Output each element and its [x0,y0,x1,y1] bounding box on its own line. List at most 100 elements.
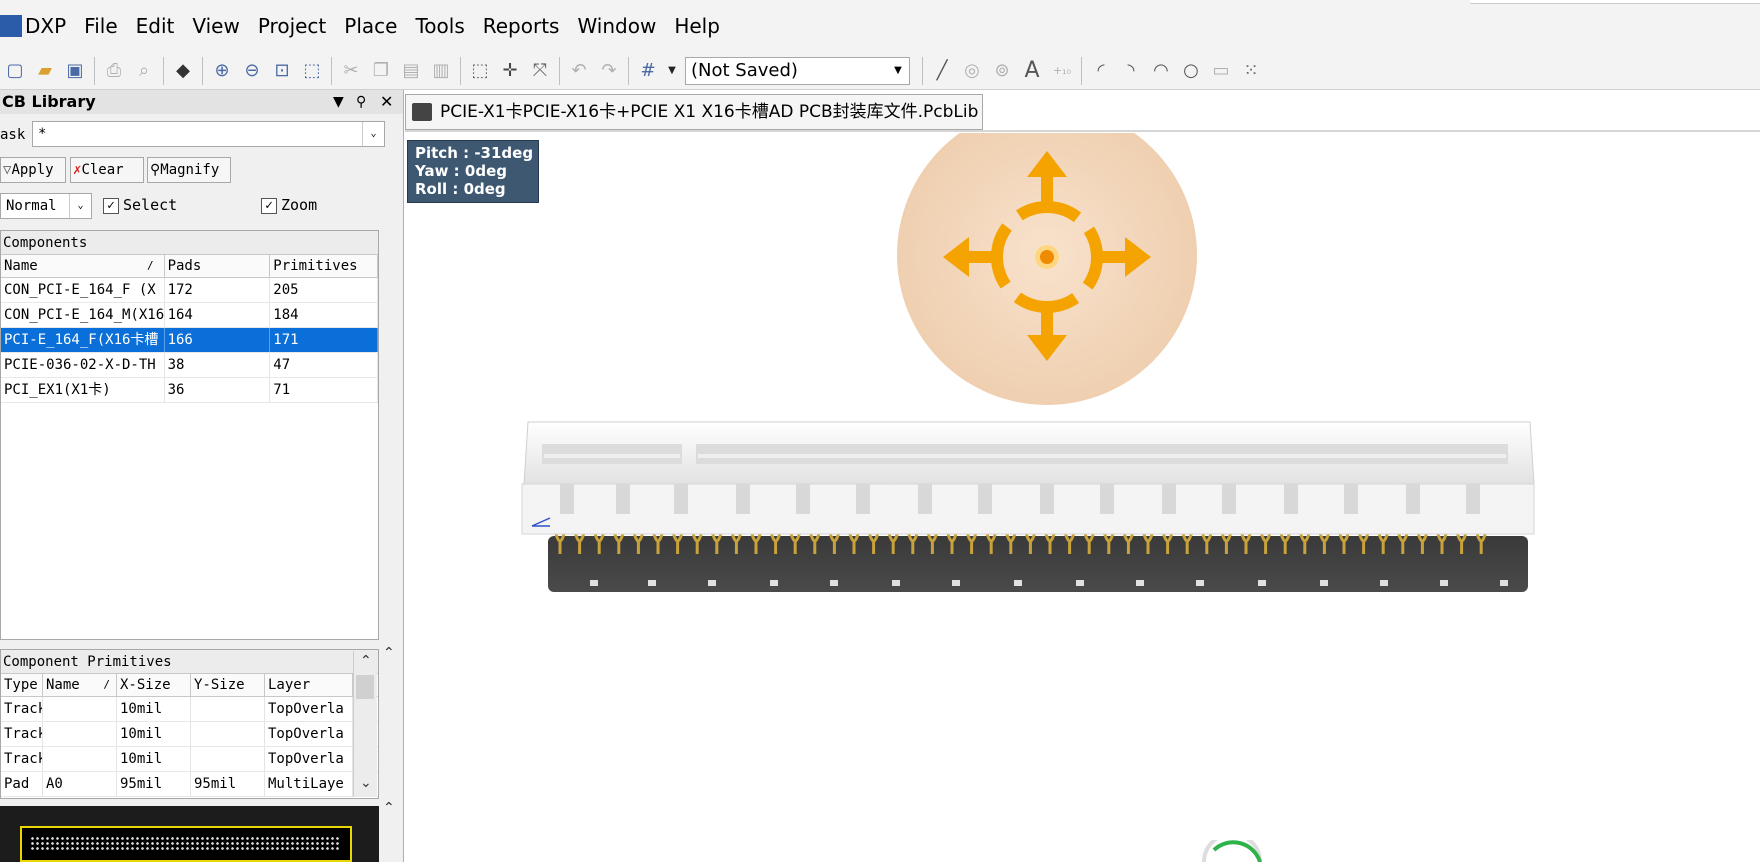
array-paste-icon[interactable]: ⁙ [1236,56,1266,86]
mode-select[interactable]: Normal ⌄ [0,193,92,219]
table-row[interactable]: PCIE-036-02-X-D-TH 38 47 [1,353,378,378]
menu-file[interactable]: File [75,0,126,52]
chevron-down-icon[interactable]: ⌄ [362,122,384,146]
zoom-area-icon[interactable]: ⬚ [297,56,327,86]
deselect-icon[interactable]: ⤧ [525,56,555,86]
table-row[interactable]: Track 10mil TopOverla [1,722,378,747]
select-checkbox[interactable]: ✓ Select [103,196,177,214]
select-area-icon[interactable]: ⬚ [465,56,495,86]
document-tab[interactable]: PCIE-X1卡PCIE-X16卡+PCIE X1 X16卡槽AD PCB封装库… [405,94,984,130]
copy-icon[interactable]: ❐ [366,56,396,86]
grid-icon[interactable]: # [633,56,663,86]
toolbar-separator [922,56,923,85]
column-name[interactable]: Name / [1,255,165,277]
sort-icon: / [146,259,154,272]
layer-stack-icon[interactable]: ◆ [168,56,198,86]
line-icon[interactable]: ╱ [927,56,957,86]
3d-pan-navigator-icon[interactable] [895,133,1199,409]
dxp-icon[interactable] [0,15,22,37]
toolbar-separator [163,56,164,85]
pad-icon[interactable]: ◎ [957,56,987,86]
menu-project[interactable]: Project [249,0,335,52]
mask-input[interactable]: * ⌄ [32,121,385,147]
column-type[interactable]: Type [1,674,43,696]
arc-center-icon[interactable]: ◜ [1086,56,1116,86]
full-circle-icon[interactable]: ○ [1176,56,1206,86]
collapse-up-icon[interactable]: ⌃ [383,800,395,816]
menu-reports[interactable]: Reports [474,0,569,52]
zoom-in-icon[interactable]: ⊕ [207,56,237,86]
column-layer[interactable]: Layer [265,674,353,696]
menu-dxp[interactable]: DXP [22,0,75,52]
menu-tools[interactable]: Tools [406,0,473,52]
select-check-icon[interactable]: ✓ [103,197,119,214]
column-prim-name[interactable]: Name / [43,674,117,696]
coordinate-icon[interactable]: +₁₀ [1047,56,1077,86]
collapse-up-icon[interactable]: ⌃ [383,645,395,661]
chevron-down-icon[interactable]: ▼ [663,56,681,86]
cell-ysize: 95mil [191,772,265,796]
tab-divider [405,130,1760,132]
fill-icon[interactable]: ▭ [1206,56,1236,86]
via-icon[interactable]: ⊚ [987,56,1017,86]
paste-special-icon[interactable]: ▥ [426,56,456,86]
zoom-check-icon[interactable]: ✓ [261,197,277,214]
zoom-combo[interactable]: (Not Saved) ▼ [685,56,910,85]
column-pads[interactable]: Pads [165,255,271,277]
scroll-thumb[interactable] [356,675,374,699]
toolbar-separator [202,56,203,85]
zoom-combo-value: (Not Saved) [691,59,798,81]
save-icon[interactable]: ▣ [60,56,90,86]
table-row[interactable]: Pad A0 95mil 95mil MultiLaye [1,772,378,797]
toolbar-separator [94,56,95,85]
print-icon[interactable]: ⎙ [99,56,129,86]
table-row[interactable]: Track 10mil TopOverla [1,697,378,722]
move-icon[interactable]: ✛ [495,56,525,86]
panel-menu-icon[interactable]: ▼ [333,90,344,114]
apply-button[interactable]: ▽Apply [0,157,66,183]
cut-icon[interactable]: ✂ [336,56,366,86]
column-xsize[interactable]: X-Size [117,674,191,696]
new-document-icon[interactable]: ▢ [0,56,30,86]
paste-icon[interactable]: ▤ [396,56,426,86]
cell-type: Track [1,697,43,721]
column-ysize[interactable]: Y-Size [191,674,265,696]
components-caption: Components [1,231,378,255]
chevron-up-icon[interactable]: ⌃ [360,653,372,669]
primitives-grid: Component Primitives Type Name / X-Size Y… [0,649,379,799]
select-label: Select [123,196,178,214]
cell-ysize [191,722,265,746]
zoom-fit-icon[interactable]: ⊡ [267,56,297,86]
pin-icon[interactable]: ⚲ [356,90,366,114]
menu-edit[interactable]: Edit [127,0,184,52]
cell-layer: MultiLaye [265,772,353,796]
open-folder-icon[interactable]: ▰ [30,56,60,86]
print-preview-icon[interactable]: ⌕ [129,56,159,86]
chevron-down-icon[interactable]: ⌄ [360,775,372,791]
magnify-button[interactable]: ⚲Magnify [147,157,231,183]
primitives-scrollbar[interactable]: ⌃ ⌄ [353,651,377,797]
arc-edge-icon[interactable]: ◝ [1116,56,1146,86]
cell-xsize: 95mil [117,772,191,796]
table-row[interactable]: PCI-E_164_F(X16卡槽 166 171 [1,328,378,353]
chevron-down-icon[interactable]: ▼ [887,58,909,84]
menu-window[interactable]: Window [568,0,665,52]
table-row[interactable]: Track 10mil TopOverla [1,747,378,772]
menu-view[interactable]: View [183,0,248,52]
redo-icon[interactable]: ↷ [594,56,624,86]
string-icon[interactable]: A [1017,56,1047,86]
undo-icon[interactable]: ↶ [564,56,594,86]
arc-any-icon[interactable]: ◠ [1146,56,1176,86]
chevron-down-icon[interactable]: ⌄ [69,194,91,218]
cell-name [43,697,117,721]
table-row[interactable]: CON_PCI-E_164_F (X 172 205 [1,278,378,303]
zoom-out-icon[interactable]: ⊖ [237,56,267,86]
column-primitives[interactable]: Primitives [270,255,378,277]
menu-place[interactable]: Place [335,0,406,52]
table-row[interactable]: CON_PCI-E_164_M(X16 164 184 [1,303,378,328]
menu-help[interactable]: Help [665,0,729,52]
clear-button[interactable]: ✗Clear [70,157,144,183]
table-row[interactable]: PCI_EX1(X1卡) 36 71 [1,378,378,403]
zoom-checkbox[interactable]: ✓ Zoom [261,196,317,214]
close-icon[interactable]: ✕ [380,90,393,114]
